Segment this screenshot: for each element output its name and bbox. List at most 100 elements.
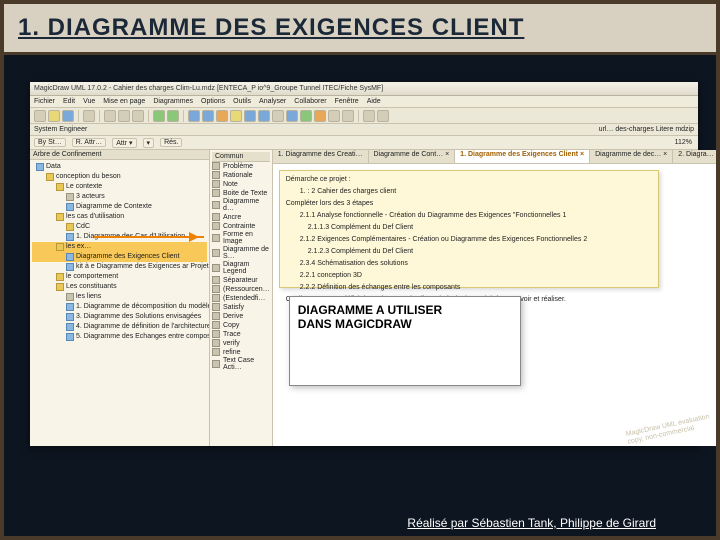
menu-options[interactable]: Options [201,98,225,105]
res-button[interactable]: Rés. [160,138,182,147]
diagram11-icon[interactable] [328,110,340,122]
palette-item[interactable]: Forme en Image [212,231,270,245]
palette-item[interactable]: Copy [212,321,270,329]
palette-item[interactable]: Trace [212,330,270,338]
tree-item[interactable]: Data [32,162,207,172]
tab-1[interactable]: 1. Diagramme des Creati… [273,150,369,163]
diagram7-icon[interactable] [272,110,284,122]
tree-item[interactable]: 1. Diagramme de décomposition du modèle … [32,302,207,312]
main-toolbar[interactable] [30,108,698,124]
diagram9-icon[interactable] [300,110,312,122]
tree-item[interactable]: 3. Diagramme des Solutions envisagées [32,312,207,322]
palette-item[interactable]: Diagramme de S… [212,246,270,260]
diagram-canvas[interactable]: Démarche ce projet : 1. : 2 Cahier des c… [273,164,720,446]
cut-icon[interactable] [104,110,116,122]
dropdown-button[interactable]: ▾ [143,138,155,148]
menu-aide[interactable]: Aide [367,98,381,105]
menu-analyser[interactable]: Analyser [259,98,286,105]
tab-4[interactable]: Diagramme de dec… × [590,150,673,163]
tree-item[interactable]: Diagramme des Exigences Client [32,252,207,262]
menu-bar[interactable]: Fichier Edit Vue Mise en page Diagrammes… [30,96,698,108]
palette-item[interactable]: Rationale [212,171,270,179]
attr-button[interactable]: R. Attr… [72,138,106,147]
tree-item[interactable]: Diagramme de Contexte [32,202,207,212]
open-icon[interactable] [48,110,60,122]
palette-item[interactable]: refine [212,348,270,356]
redo-icon[interactable] [167,110,179,122]
requirement-note-box[interactable]: Démarche ce projet : 1. : 2 Cahier des c… [279,170,659,288]
diagram8-icon[interactable] [286,110,298,122]
menu-vue[interactable]: Vue [83,98,95,105]
tab-active-requirements[interactable]: 1. Diagramme des Exigences Client × [455,150,590,163]
palette-item-icon [212,276,220,284]
palette-item[interactable]: Derive [212,312,270,320]
save-icon[interactable] [62,110,74,122]
palette-item[interactable]: (Estendedfi… [212,294,270,302]
tree-item[interactable]: kit à e Diagramme des Exigences ar Proje… [32,262,207,272]
containment-tree-pane[interactable]: Arbre de Confinement Dataconception du b… [30,150,210,446]
slide-credit: Réalisé par Sébastien Tank, Philippe de … [407,516,656,530]
diagram6-icon[interactable] [258,110,270,122]
diagram5-icon[interactable] [244,110,256,122]
diagram10-icon[interactable] [314,110,326,122]
menu-diagrammes[interactable]: Diagrammes [153,98,193,105]
palette-item[interactable]: (Ressourcen… [212,285,270,293]
palette-item[interactable]: Diagramme d… [212,198,270,212]
tree-item[interactable]: Le contexte [32,182,207,192]
tree-item[interactable]: 3 acteurs [32,192,207,202]
tree-item[interactable]: le comportement [32,272,207,282]
palette-item-icon [212,294,220,302]
zoom-level[interactable]: 112% [675,139,692,146]
palette-item[interactable]: Ancre [212,213,270,221]
tool-palette[interactable]: Commun ProblèmeRationaleNoteBoite de Tex… [210,150,273,446]
menu-edit[interactable]: Edit [63,98,75,105]
tree-item[interactable]: les ex… [32,242,207,252]
tab-2[interactable]: Diagramme de Cont… × [369,150,456,163]
attr2-button[interactable]: Attr ▾ [112,138,136,148]
paste-icon[interactable] [132,110,144,122]
tree-item[interactable]: conception du beson [32,172,207,182]
new-icon[interactable] [34,110,46,122]
containment-tree[interactable]: Dataconception du besonLe contexte3 acte… [30,160,209,344]
zoom-icon[interactable] [363,110,375,122]
print-icon[interactable] [83,110,95,122]
role-label[interactable]: System Engineer [34,126,87,133]
diagram4-icon[interactable] [230,110,242,122]
diagram2-icon[interactable] [202,110,214,122]
menu-fenetre[interactable]: Fenêtre [335,98,359,105]
palette-item[interactable]: Text Case Acti… [212,357,270,371]
tree-item[interactable]: Les constituants [32,282,207,292]
palette-item[interactable]: Note [212,180,270,188]
palette-item-label: (Estendedfi… [223,295,265,302]
diagram-icon[interactable] [188,110,200,122]
menu-fichier[interactable]: Fichier [34,98,55,105]
palette-item-icon [212,213,220,221]
diagram12-icon[interactable] [342,110,354,122]
tree-item[interactable]: CdC [32,222,207,232]
copy-icon[interactable] [118,110,130,122]
tree-item-label: le comportement [66,272,118,282]
watermark: MagicDraw UML evaluation copy, non-comme… [626,413,713,446]
palette-item-icon [212,189,220,197]
diagram3-icon[interactable] [216,110,228,122]
tools-icon[interactable] [377,110,389,122]
secondary-toolbar[interactable]: By St… R. Attr… Attr ▾ ▾ Rés. 112% [30,136,698,150]
menu-mise-en-page[interactable]: Mise en page [103,98,145,105]
tree-item[interactable]: 5. Diagramme des Echanges entre composan… [32,332,207,342]
palette-item[interactable]: Boite de Texte [212,189,270,197]
diagram-tabs[interactable]: 1. Diagramme des Creati… Diagramme de Co… [273,150,720,164]
tree-item[interactable]: les liens [32,292,207,302]
menu-collaborer[interactable]: Collaborer [294,98,326,105]
menu-outils[interactable]: Outils [233,98,251,105]
undo-icon[interactable] [153,110,165,122]
tab-5[interactable]: 2. Diagra… [673,150,719,163]
palette-item[interactable]: Problème [212,162,270,170]
palette-item[interactable]: Satisfy [212,303,270,311]
tree-item[interactable]: les cas d'utilisation [32,212,207,222]
palette-item[interactable]: Diagram Legend [212,261,270,275]
palette-item[interactable]: verify [212,339,270,347]
palette-item[interactable]: Contrainte [212,222,270,230]
tree-item[interactable]: 4. Diagramme de définition de l'architec… [32,322,207,332]
by-st-button[interactable]: By St… [34,138,66,147]
palette-item[interactable]: Séparateur [212,276,270,284]
